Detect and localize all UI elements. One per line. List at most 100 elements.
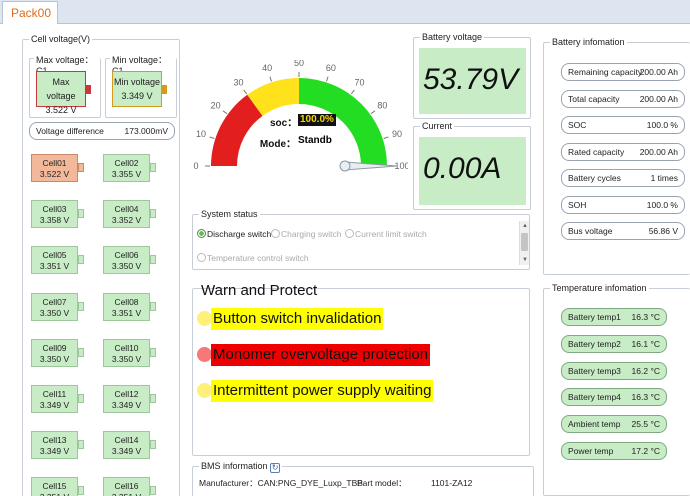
max-voltage-battery: Max voltage 3.522 V [36, 71, 86, 115]
cell-terminal [78, 440, 84, 450]
gauge-tick [269, 76, 272, 82]
temperature-value: 17.2 °C [631, 446, 660, 456]
cell-name: Cell03 [42, 204, 67, 215]
cell-terminal [150, 163, 156, 172]
tab-bar: Pack00 [0, 0, 690, 24]
system-status-title: System status [199, 209, 260, 219]
gauge-tick-label: 0 [193, 161, 198, 171]
status-switch[interactable]: Charging switch [271, 229, 341, 239]
temperature-value: 16.3 °C [631, 392, 660, 403]
cell-terminal [78, 255, 84, 265]
cell-battery: Cell14 3.349 V [103, 431, 150, 460]
cell-voltage: 3.358 V [39, 215, 70, 226]
temperature-item: Battery temp3 16.2 °C [561, 361, 667, 380]
battery-info-item: SOC 100.0 % [561, 116, 685, 134]
voltage-difference: Voltage difference 173.000mV [29, 122, 175, 140]
cell-terminal [78, 163, 84, 172]
main-content: Cell voltage(V) Max voltage：C1 Max volta… [0, 24, 690, 496]
cell-name: Cell01 [42, 158, 67, 168]
warn-text: Monomer overvoltage protection [211, 344, 431, 366]
scroll-thumb[interactable] [521, 233, 528, 251]
cell-battery: Cell07 3.350 V [31, 292, 78, 321]
cell-voltage: 3.351 V [104, 492, 149, 496]
current-value: 0.00A [419, 137, 526, 205]
max-voltage-box: Max voltage：C1 Max voltage 3.522 V [29, 53, 101, 118]
temperature-value: 16.2 °C [631, 365, 660, 376]
cell-battery: Cell09 3.350 V [31, 338, 78, 367]
cell-terminal [78, 347, 84, 357]
bms-part-model: Part model： 1101-ZA12 [357, 477, 472, 489]
battery-info-label: Battery cycles [568, 173, 621, 183]
cell-name: Cell02 [114, 158, 139, 168]
cell-battery: Cell13 3.349 V [31, 431, 78, 460]
current-panel: Current 0.00A [413, 121, 531, 210]
battery-info-label: Remaining capacity [568, 67, 643, 77]
cell-name: Cell11 [42, 389, 67, 399]
warn-indicator-icon [197, 311, 212, 326]
cell-name: Cell09 [42, 342, 67, 353]
temperature-label: Battery temp1 [568, 312, 621, 322]
cell-terminal [78, 209, 84, 219]
voltage-difference-label: Voltage difference [36, 126, 104, 136]
cell-voltage: 3.350 V [111, 353, 142, 364]
temperature-title: Temperature infomation [550, 283, 649, 293]
cell-name: Cell07 [42, 296, 67, 307]
gauge-tick-label: 10 [196, 129, 206, 139]
battery-info-title: Battery infomation [550, 37, 627, 47]
gauge-tick [383, 136, 389, 139]
cell-battery: Cell10 3.350 V [103, 338, 150, 367]
status-radio-icon[interactable] [197, 229, 206, 238]
part-model-label: Part model： [357, 478, 407, 488]
temperature-value: 25.5 °C [631, 419, 660, 430]
cell-terminal [78, 486, 84, 496]
max-battery-terminal [86, 85, 91, 94]
status-radio-icon[interactable] [271, 229, 280, 238]
status-radio-icon[interactable] [197, 253, 206, 262]
soc-value: 100.0% [298, 114, 336, 126]
scroll-up-icon[interactable]: ▲ [520, 221, 530, 231]
min-batt-label: Min voltage [113, 77, 161, 87]
status-radio-icon[interactable] [345, 229, 354, 238]
gauge-graphic: 0102030405060708090100 [193, 58, 410, 172]
temperature-item: Battery temp1 16.3 °C [561, 308, 667, 326]
gauge-tick-label: 70 [355, 78, 365, 88]
current-title: Current [420, 121, 455, 131]
cell-terminal [78, 394, 84, 403]
cell-battery: Cell04 3.352 V [103, 200, 150, 229]
battery-voltage-title: Battery voltage [420, 32, 485, 42]
temperature-label: Ambient temp [568, 419, 621, 430]
cell-name: Cell15 [42, 481, 67, 492]
gauge-tick [370, 110, 376, 115]
system-status-scrollbar[interactable]: ▲ ▼ [519, 221, 529, 265]
status-switch[interactable]: Discharge switch [197, 229, 271, 239]
cell-name: Cell06 [114, 250, 139, 261]
cell-voltage: 3.522 V [39, 169, 70, 179]
gauge-tick [222, 110, 228, 115]
cell-terminal [150, 394, 156, 403]
battery-info-value: 200.00 Ah [639, 93, 678, 104]
temperature-label: Battery temp2 [568, 338, 621, 349]
refresh-icon[interactable]: ↻ [270, 463, 281, 473]
manufacturer-value: CAN:PNG_DYE_Luxp_TBB [257, 478, 363, 488]
battery-info-label: Bus voltage [568, 226, 613, 236]
status-switch[interactable]: Temperature control switch [197, 253, 309, 263]
battery-info-item: Remaining capacity 200.00 Ah [561, 63, 685, 81]
cell-voltage: 3.350 V [39, 307, 70, 318]
scroll-down-icon[interactable]: ▼ [520, 255, 530, 265]
cell-voltage: 3.349 V [111, 400, 142, 410]
cell-battery: Cell01 3.522 V [31, 154, 78, 182]
status-switch[interactable]: Current limit switch [345, 229, 427, 239]
warn-title: Warn and Protect [201, 282, 318, 299]
min-voltage-box: Min voltage：C1 Min voltage 3.349 V [105, 53, 177, 118]
battery-info-value: 1 times [650, 173, 678, 183]
cell-voltage-panel: Cell voltage(V) Max voltage：C1 Max volta… [22, 34, 180, 496]
battery-info-label: Total capacity [568, 93, 620, 104]
temperature-label: Power temp [568, 446, 614, 456]
bms-info-title-text: BMS information [201, 461, 268, 471]
cell-battery: Cell153.351 V [31, 477, 78, 496]
tab-pack00[interactable]: Pack00 [2, 1, 58, 24]
cell-terminal [150, 255, 156, 265]
status-switch-label: Charging switch [281, 229, 342, 239]
temperature-value: 16.3 °C [631, 312, 660, 322]
battery-info-label: SOH [568, 199, 587, 210]
